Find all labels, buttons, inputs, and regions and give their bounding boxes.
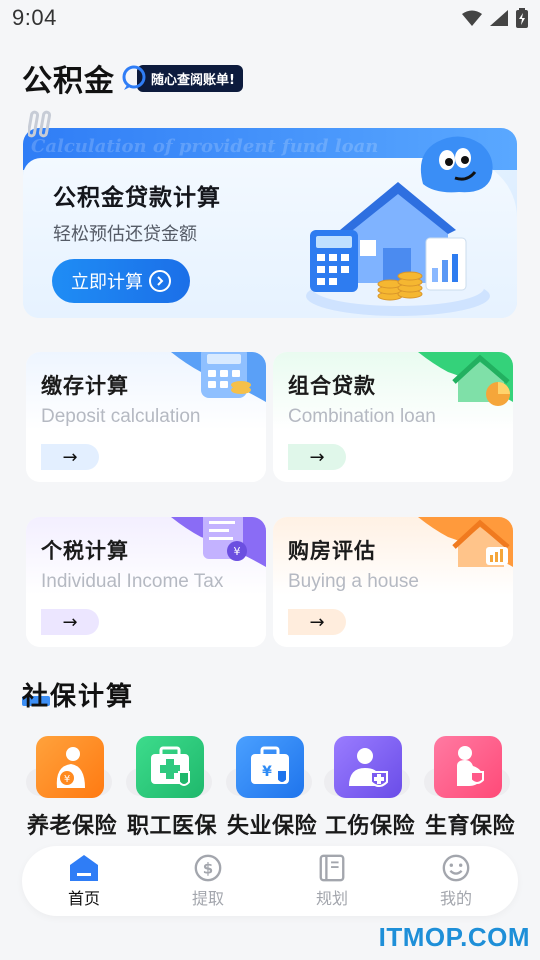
combination-loan-card[interactable]: 组合贷款 Combination loan → <box>273 352 513 482</box>
notebook-icon <box>319 854 345 882</box>
insurance-label: 工伤保险 <box>324 814 415 839</box>
banner-subtitle: 轻松预估还贷金额 <box>53 224 197 245</box>
banner-bg-text: Calculation of provident fund loan <box>31 136 379 157</box>
tagline-badge: 随心查阅账单! <box>121 64 243 92</box>
loan-calculator-banner[interactable]: Calculation of provident fund loan 公积金贷款… <box>23 128 517 318</box>
unemployment-insurance-item[interactable]: ¥ 失业保险 <box>222 732 322 842</box>
card-subtitle: Deposit calculation <box>41 406 201 427</box>
insurance-label: 职工医保 <box>126 814 217 839</box>
smiley-icon <box>442 854 470 882</box>
medical-insurance-item[interactable]: 职工医保 <box>122 732 222 842</box>
nav-home[interactable]: 首页 <box>39 853 129 909</box>
arrow-right-icon: → <box>41 609 99 635</box>
paperclip-icon <box>28 110 52 138</box>
card-subtitle: Combination loan <box>288 406 436 427</box>
arrow-right-icon: → <box>288 444 346 470</box>
header: 公积金 随心查阅账单! <box>22 58 243 99</box>
pregnant-icon <box>434 736 502 798</box>
banner-title: 公积金贷款计算 <box>53 185 221 211</box>
section-title: 社保计算 <box>22 682 135 712</box>
nav-label: 我的 <box>439 889 472 908</box>
elderly-icon: ¥ <box>36 736 104 798</box>
nav-profile[interactable]: 我的 <box>411 853 501 909</box>
status-icons <box>462 8 528 28</box>
injured-worker-icon <box>334 736 402 798</box>
dollar-icon: $ <box>194 854 222 882</box>
svg-text:¥: ¥ <box>234 545 241 558</box>
arrow-right-icon: → <box>41 444 99 470</box>
tagline-text: 随心查阅账单! <box>137 64 243 92</box>
house-chart-icon <box>418 517 513 567</box>
card-subtitle: Individual Income Tax <box>41 571 224 592</box>
wifi-icon <box>462 10 482 26</box>
card-title: 个税计算 <box>41 539 129 563</box>
app-title: 公积金 <box>22 64 115 99</box>
status-bar: 9:04 <box>0 0 540 36</box>
arrow-right-icon: → <box>288 609 346 635</box>
deposit-calculation-card[interactable]: 缴存计算 Deposit calculation → <box>26 352 266 482</box>
battery-icon <box>516 8 528 28</box>
speech-bubble-icon <box>122 65 146 90</box>
house-calculator-illustration <box>306 182 490 316</box>
work-injury-insurance-item[interactable]: 工伤保险 <box>320 732 420 842</box>
calculate-now-button[interactable]: 立即计算 <box>52 259 190 303</box>
svg-text:¥: ¥ <box>64 774 70 785</box>
insurance-label: 养老保险 <box>26 814 117 839</box>
bottom-nav: 首页 $ 提取 规划 我的 <box>22 846 518 916</box>
nav-label: 首页 <box>67 889 100 908</box>
nav-label: 规划 <box>315 889 348 908</box>
signal-icon <box>490 10 508 26</box>
medical-kit-icon <box>136 736 204 798</box>
briefcase-icon: ¥ <box>236 736 304 798</box>
calculate-now-label: 立即计算 <box>71 272 143 293</box>
maternity-insurance-item[interactable]: 生育保险 <box>420 732 520 842</box>
pension-insurance-item[interactable]: ¥ 养老保险 <box>22 732 122 842</box>
card-title: 购房评估 <box>288 539 376 563</box>
status-time: 9:04 <box>12 5 57 30</box>
house-evaluation-card[interactable]: 购房评估 Buying a house → <box>273 517 513 647</box>
site-watermark: ITMOP.COM <box>378 922 530 952</box>
chevron-right-icon <box>149 270 171 292</box>
insurance-label: 生育保险 <box>424 814 515 839</box>
nav-label: 提取 <box>191 889 224 908</box>
home-icon <box>70 855 98 881</box>
income-tax-card[interactable]: ¥ 个税计算 Individual Income Tax → <box>26 517 266 647</box>
nav-withdraw[interactable]: $ 提取 <box>163 853 253 909</box>
svg-text:¥: ¥ <box>262 764 272 780</box>
card-subtitle: Buying a house <box>288 571 419 592</box>
nav-planning[interactable]: 规划 <box>287 853 377 909</box>
svg-text:$: $ <box>203 860 213 878</box>
card-title: 组合贷款 <box>288 374 376 398</box>
card-title: 缴存计算 <box>41 374 129 398</box>
insurance-label: 失业保险 <box>226 814 317 839</box>
